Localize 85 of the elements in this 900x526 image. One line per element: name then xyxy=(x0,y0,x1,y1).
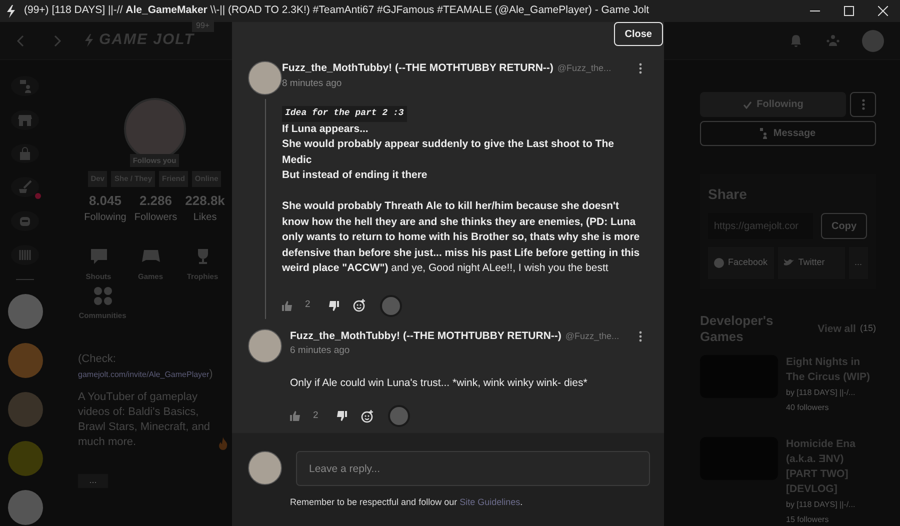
sidebar-item[interactable] xyxy=(11,144,39,164)
sidebar-item[interactable] xyxy=(11,177,39,198)
community-avatar[interactable] xyxy=(8,392,42,427)
stat-label: Followers xyxy=(134,211,178,225)
sidebar-item[interactable] xyxy=(11,110,39,130)
sidebar-item[interactable] xyxy=(11,211,39,232)
code-text: Idea for the part 2 :3 xyxy=(282,106,407,122)
thumbs-up-icon[interactable] xyxy=(290,411,301,421)
stat-value: 8.045 xyxy=(88,192,122,210)
stat-value: 228.8k xyxy=(185,192,225,210)
copy-button[interactable]: Copy xyxy=(821,213,867,239)
community-avatar[interactable] xyxy=(8,294,42,329)
library-icon xyxy=(18,248,32,262)
follower-count: 15 followers xyxy=(786,514,830,526)
user-avatar xyxy=(248,451,282,485)
bell-icon[interactable] xyxy=(790,34,802,47)
comment-text: She would probably Threath Ale to kill her/him because she doesn't know how the hell they are and she thinks they are enemies, (PD: Luna only wants to return to home with his Brother so, thats why she is more defensive than before she just... miss his past Life before getting in this weird place "ACCW") and ye, Good night ALee!!, I wish you the bestt xyxy=(282,199,640,276)
sidebar-item[interactable] xyxy=(11,245,39,265)
bio-text: A YouTuber of gameplay videos of: Baldi's Basics, Brawl Stars, Minecraft, and much more. xyxy=(78,390,212,450)
add-emoji-icon[interactable] xyxy=(353,299,366,312)
thumbs-down-icon[interactable] xyxy=(328,300,340,310)
four-circles-icon xyxy=(92,286,112,306)
logo-bolt-icon xyxy=(84,34,95,48)
commenter-avatar xyxy=(248,61,282,95)
kebab-icon xyxy=(862,99,864,110)
add-emoji-icon[interactable] xyxy=(361,410,374,422)
shopping-bag-icon xyxy=(18,146,32,161)
community-avatar[interactable] xyxy=(8,490,42,525)
share-button[interactable]: Facebook xyxy=(708,247,774,279)
author-handle[interactable]: @Fuzz_the... xyxy=(557,62,612,76)
community-avatar[interactable] xyxy=(8,440,42,476)
kebab-icon[interactable] xyxy=(639,330,642,342)
chat-person-icon xyxy=(760,128,768,139)
comment-time: 6 minutes ago xyxy=(290,344,351,358)
thumbs-up-icon[interactable] xyxy=(282,300,293,310)
sidebar-item[interactable] xyxy=(11,76,39,96)
more-button[interactable]: ... xyxy=(78,474,108,488)
author-name[interactable]: Fuzz_the_MothTubby! (--THE MOTHTUBBY RETURN--) xyxy=(282,61,554,77)
speech-bubble-icon xyxy=(88,247,108,267)
stat-label: Likes xyxy=(193,211,217,225)
game-author: by [118 DAYS] ||-/... xyxy=(786,499,856,511)
comment-text: Only if Ale could win Luna's trust... *wink, wink winky wink- dies* xyxy=(290,376,588,390)
more-share-button[interactable]: ... xyxy=(848,247,868,279)
message-button[interactable]: Message xyxy=(700,121,876,146)
maximize-icon xyxy=(844,6,854,16)
reply-field[interactable]: Leave a reply... xyxy=(296,451,650,486)
reaction-avatar[interactable] xyxy=(380,294,402,316)
stat-value: 2.286 xyxy=(139,192,172,210)
comment-text: If Luna appears... xyxy=(282,122,370,136)
comment-text: But instead of ending it there xyxy=(282,168,428,183)
bird-icon xyxy=(784,258,794,268)
kebab-icon[interactable] xyxy=(639,63,642,74)
facebook-icon xyxy=(714,258,724,268)
check-icon xyxy=(742,100,752,108)
reaction-avatar[interactable] xyxy=(388,405,410,427)
like-count: 2 xyxy=(313,408,318,423)
bolt-icon xyxy=(6,4,16,18)
community-avatar[interactable] xyxy=(8,342,42,378)
author-handle[interactable]: @Fuzz_the... xyxy=(565,330,620,344)
guidelines-note: Remember to be respectful and follow our Site Guidelines. xyxy=(290,496,524,509)
invite-link[interactable]: gamejolt.com/invite/Ale_GamePlayer xyxy=(78,366,210,382)
thumbs-down-icon[interactable] xyxy=(336,411,348,421)
stat-label: Following xyxy=(84,211,126,225)
author-name[interactable]: Fuzz_the_MothTubby! (--THE MOTHTUBBY RETURN--) xyxy=(290,328,562,344)
comment-time: 8 minutes ago xyxy=(282,76,343,91)
more-options-button[interactable] xyxy=(850,92,876,117)
window-title: (99+) [118 DAYS] ||-// Ale_GameMaker \\-|| (ROAD TO 2.3K!) #TeamAnti67 #GJFamous #TEAMALE (@Ale_GamePlayer) - Game Jolt xyxy=(24,3,650,18)
quill-icon xyxy=(18,180,32,194)
robot-icon xyxy=(18,214,32,228)
comment-text: She would probably appear suddenly to give the Last shoot to The Medic xyxy=(282,137,615,168)
storefront-icon xyxy=(18,112,32,127)
like-count: 2 xyxy=(305,298,310,312)
close-icon xyxy=(878,6,888,16)
people-icon[interactable] xyxy=(826,34,840,47)
bio-text: (Check: xyxy=(78,352,117,366)
chat-person-icon xyxy=(18,78,32,93)
game-author: by [118 DAYS] ||-/... xyxy=(786,387,856,399)
user-avatar[interactable] xyxy=(862,30,884,52)
guidelines-link[interactable]: Site Guidelines xyxy=(460,497,520,507)
game-count: (15) xyxy=(860,322,876,336)
follower-count: 40 followers xyxy=(786,402,830,414)
share-button[interactable]: Twitter xyxy=(778,247,844,279)
bio-text: ) xyxy=(209,366,213,382)
close-button[interactable]: Close xyxy=(614,22,663,46)
flame-icon xyxy=(218,436,228,450)
